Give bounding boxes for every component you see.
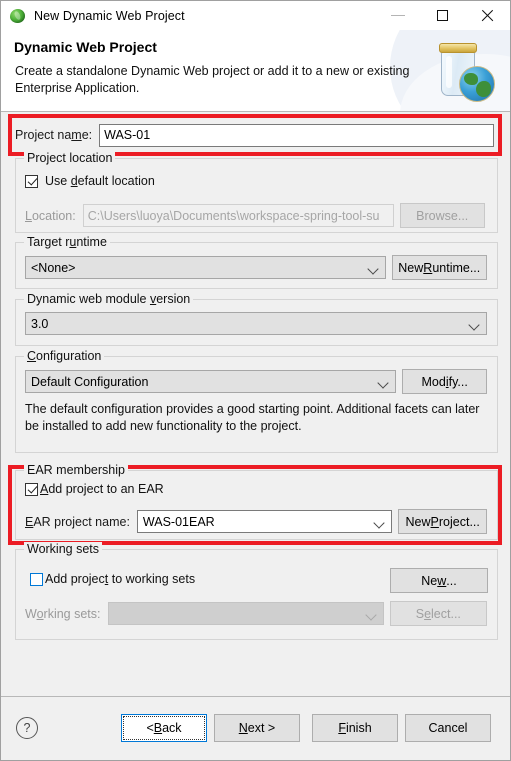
window-controls bbox=[375, 1, 510, 30]
checkbox-box bbox=[30, 572, 43, 586]
browse-button: Browse... bbox=[399, 203, 485, 228]
configuration-combo[interactable]: Default Configuration bbox=[25, 370, 397, 393]
chevron-down-icon bbox=[468, 319, 480, 331]
ear-project-name-label: EAR project name: bbox=[25, 514, 130, 529]
configuration-help-text: The default configuration provides a goo… bbox=[25, 402, 480, 433]
working-sets-row: Working sets: Se lect... bbox=[25, 601, 487, 626]
ear-project-name-value: WAS-01EAR bbox=[142, 514, 215, 529]
module-version-group: Dynamic web module version 3.0 bbox=[15, 292, 498, 346]
ear-membership-group: EAR membership Add project to an EAR EAR… bbox=[15, 463, 498, 540]
add-project-to-ear-label: Add project to an EAR bbox=[40, 482, 164, 496]
page-title: Dynamic Web Project bbox=[14, 39, 157, 55]
project-name-label: Project name: bbox=[15, 128, 93, 142]
working-sets-label: Working sets: bbox=[25, 606, 101, 621]
add-project-to-working-sets-checkbox[interactable]: Add project to working sets bbox=[30, 572, 195, 586]
wizard-banner: Dynamic Web Project Create a standalone … bbox=[1, 30, 510, 112]
new-runtime-button[interactable]: New Runtime... bbox=[391, 255, 487, 280]
maximize-button[interactable] bbox=[420, 1, 465, 30]
location-row: Location: C:\Users\luoya\Documents\works… bbox=[25, 203, 487, 228]
back-button[interactable]: < Back bbox=[121, 714, 207, 742]
add-project-to-working-sets-label: Add project to working sets bbox=[45, 572, 196, 586]
module-version-combo[interactable]: 3.0 bbox=[25, 312, 487, 335]
working-sets-combo bbox=[107, 602, 384, 625]
target-runtime-group-label: Target runtime bbox=[24, 235, 110, 249]
chevron-down-icon bbox=[373, 517, 386, 529]
module-version-group-label: Dynamic web module version bbox=[24, 292, 194, 306]
select-working-set-button: Se lect... bbox=[389, 601, 487, 626]
project-name-row: Project name: WAS-01 bbox=[15, 123, 495, 147]
use-default-location-label: Use default location bbox=[45, 174, 155, 188]
target-runtime-combo[interactable]: <None> bbox=[25, 256, 386, 279]
module-version-value: 3.0 bbox=[31, 316, 49, 331]
ear-project-name-combo[interactable]: WAS-01EAR bbox=[136, 510, 393, 533]
location-input: C:\Users\luoya\Documents\workspace-sprin… bbox=[82, 204, 394, 227]
ear-project-name-row: EAR project name: WAS-01EAR New Project.… bbox=[25, 509, 487, 534]
use-default-location-checkbox[interactable]: Use default location bbox=[25, 174, 155, 188]
finish-button[interactable]: Finish bbox=[312, 714, 398, 742]
minimize-button[interactable] bbox=[375, 1, 420, 30]
dialog-window: New Dynamic Web Project Dynamic Web Proj… bbox=[0, 0, 511, 761]
title-bar: New Dynamic Web Project bbox=[1, 1, 510, 30]
configuration-group-label: Configuration bbox=[24, 349, 105, 363]
working-sets-group: Working sets Add project to working sets… bbox=[15, 542, 498, 640]
dialog-footer: ? < Back Next > Finish Cancel bbox=[1, 696, 510, 760]
project-location-group-label: Project location bbox=[24, 151, 116, 165]
project-name-input[interactable]: WAS-01 bbox=[99, 123, 495, 147]
checkbox-box bbox=[25, 174, 38, 188]
project-location-group: Project location Use default location Lo… bbox=[15, 151, 498, 233]
target-runtime-row: <None> New Runtime... bbox=[25, 255, 487, 280]
configuration-value: Default Configuration bbox=[31, 374, 149, 389]
target-runtime-value: <None> bbox=[31, 260, 76, 275]
working-sets-group-label: Working sets bbox=[24, 542, 103, 556]
new-working-set-button[interactable]: Ne w... bbox=[390, 568, 488, 593]
chevron-down-icon bbox=[364, 609, 377, 621]
location-label: Location: bbox=[25, 208, 76, 223]
chevron-down-icon bbox=[366, 263, 379, 275]
jar-with-globe-icon bbox=[427, 34, 499, 108]
dialog-body: Project name: WAS-01 Project location Us… bbox=[1, 112, 510, 696]
new-project-button[interactable]: New Project... bbox=[398, 509, 487, 534]
module-version-row: 3.0 bbox=[25, 312, 487, 335]
ear-membership-group-label: EAR membership bbox=[24, 463, 128, 477]
help-icon[interactable]: ? bbox=[16, 717, 38, 739]
eclipse-leaf-icon bbox=[10, 8, 26, 24]
cancel-button[interactable]: Cancel bbox=[405, 714, 491, 742]
close-button[interactable] bbox=[465, 1, 510, 30]
checkbox-box bbox=[25, 482, 38, 496]
target-runtime-group: Target runtime <None> New Runtime... bbox=[15, 235, 498, 289]
configuration-group: Configuration Default Configuration Mod i… bbox=[15, 349, 498, 453]
configuration-row: Default Configuration Mod i fy... bbox=[25, 369, 487, 394]
modify-button[interactable]: Mod i fy... bbox=[402, 369, 487, 394]
next-button[interactable]: Next > bbox=[214, 714, 300, 742]
window-title: New Dynamic Web Project bbox=[34, 8, 185, 23]
add-project-to-ear-checkbox[interactable]: Add project to an EAR bbox=[25, 482, 164, 496]
chevron-down-icon bbox=[377, 377, 390, 389]
page-description: Create a standalone Dynamic Web project … bbox=[15, 64, 410, 95]
